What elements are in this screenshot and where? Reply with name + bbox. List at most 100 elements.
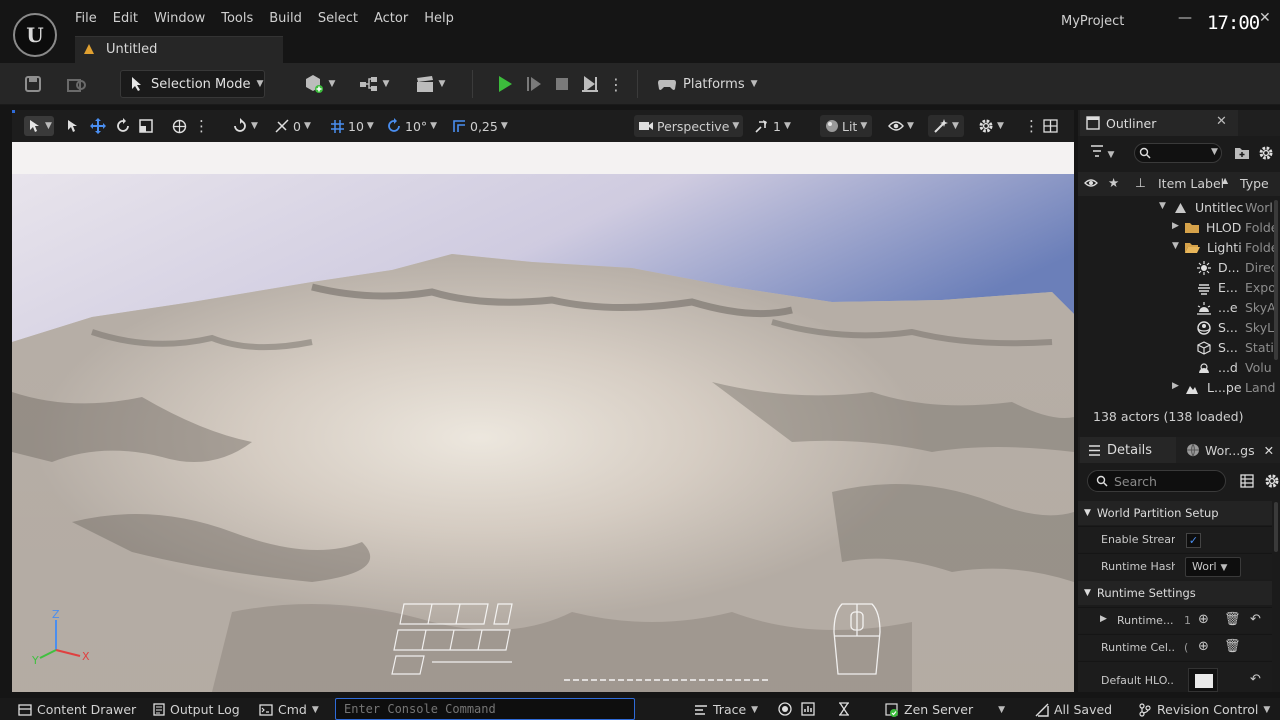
expand-arrow-icon[interactable]: ▶ [1100,614,1107,624]
view-mode-lit-dropdown[interactable]: Lit ▼ [820,115,873,137]
minimize-icon[interactable]: — [1178,10,1192,26]
outliner-scrollbar[interactable] [1274,200,1278,360]
menu-file[interactable]: File [75,11,107,26]
pin-icon[interactable]: ⊥ [1135,175,1146,190]
details-tab[interactable]: Details [1080,437,1176,463]
all-saved-button[interactable]: All Saved [1035,702,1112,717]
grid-snap-dropdown[interactable]: 10 ▼ [330,116,374,136]
level-tab[interactable]: Untitled [75,36,283,63]
trace-dropdown[interactable]: Trace ▼ [694,702,758,717]
outliner-row[interactable]: ...d Volu [1078,358,1280,378]
revision-control-dropdown[interactable]: Revision Control ▼ [1138,702,1270,717]
menu-window[interactable]: Window [154,11,215,26]
enable-streaming-checkbox[interactable]: ✓ [1186,533,1201,548]
details-settings-icon[interactable] [1264,473,1280,489]
world-settings-tab[interactable]: Wor...gs ✕ [1180,437,1280,463]
transform-mode-dropdown[interactable]: ▼ [24,116,54,136]
window-close-icon[interactable]: ✕ [1259,10,1271,26]
favorite-star-icon[interactable]: ★ [1108,175,1119,190]
sort-ascending-icon[interactable]: ▲ [1222,176,1228,185]
world-local-icon[interactable] [172,116,187,136]
rotate-tool-icon[interactable] [115,116,131,136]
menu-edit[interactable]: Edit [113,11,148,26]
outliner-row[interactable]: ▶ L...pe Land [1078,378,1280,398]
runtime-hash-dropdown[interactable]: Worl ▼ [1185,557,1241,577]
play-options-icon[interactable]: ⋮ [608,73,624,95]
menu-tools[interactable]: Tools [221,11,263,26]
eject-button[interactable] [579,73,601,95]
add-element-icon[interactable]: ⊕ [1198,639,1209,654]
add-folder-icon[interactable] [1234,146,1250,160]
camera-speed-dropdown[interactable]: 1 ▼ [754,116,791,136]
trash-icon[interactable]: 🗑 [1224,639,1241,654]
outliner-tab[interactable]: Outliner [1080,110,1238,136]
level-viewport[interactable]: Z X Y [12,142,1074,692]
section-runtime-settings[interactable]: ▼ Runtime Settings [1078,581,1272,605]
console-command-input[interactable] [335,698,635,720]
close-icon[interactable]: ✕ [1264,443,1274,458]
save-icon[interactable] [22,73,44,95]
transform-options-icon[interactable]: ⋮ [194,116,209,136]
outliner-row[interactable]: ...e SkyA [1078,298,1280,318]
perspective-dropdown[interactable]: Perspective ▼ [634,115,744,137]
outliner-row[interactable]: ▼ Lighti Folde [1078,238,1280,258]
add-element-icon[interactable]: ⊕ [1198,612,1209,627]
trash-icon[interactable]: 🗑 [1224,612,1241,627]
rotation-snap-dropdown[interactable]: 0 ▼ [274,116,311,136]
column-item-label[interactable]: Item Label [1158,176,1224,191]
stop-button[interactable] [551,73,573,95]
outliner-row[interactable]: S... Stati [1078,338,1280,358]
outliner-row[interactable]: S... SkyL [1078,318,1280,338]
cmd-dropdown[interactable]: Cmd ▼ [259,702,319,717]
filter-dropdown[interactable]: ▼ [1090,145,1114,160]
unreal-logo-icon[interactable]: U [13,13,57,57]
reset-icon[interactable]: ↶ [1250,612,1261,627]
selection-mode-dropdown[interactable]: Selection Mode ▼ [120,70,265,98]
scale-snap-dropdown[interactable]: 0,25 ▼ [452,116,508,136]
details-scrollbar[interactable] [1274,502,1278,552]
section-world-partition-setup[interactable]: ▼ World Partition Setup [1078,501,1272,525]
right-panel: Outliner ✕ ▼ ▼ ★ ⊥ Item Label ▲ Type ▼ U… [1078,110,1280,692]
content-drawer-button[interactable]: Content Drawer [18,702,136,717]
translate-tool-icon[interactable] [90,116,106,136]
close-icon[interactable]: ✕ [1216,114,1227,129]
viewport-options-icon[interactable]: ⋮ [1024,116,1039,136]
outliner-row[interactable]: E... Expo [1078,278,1280,298]
angle-snap-dropdown[interactable]: 10° ▼ [386,116,437,136]
hourglass-icon[interactable] [838,702,850,716]
outliner-row[interactable]: ▼ Untitlec Worl [1078,198,1280,218]
surface-snap-dropdown[interactable]: ▼ [232,116,258,136]
menu-select[interactable]: Select [318,11,368,26]
menu-actor[interactable]: Actor [374,11,418,26]
browse-icon[interactable] [66,73,88,95]
menu-help[interactable]: Help [424,11,464,26]
scale-tool-icon[interactable] [139,116,153,136]
cinematics-button[interactable]: ▼ [410,72,450,96]
visibility-eye-icon[interactable] [1084,178,1098,188]
asset-thumbnail[interactable] [1188,668,1218,692]
record-icon[interactable] [778,702,792,716]
select-tool-icon[interactable] [66,116,80,136]
add-actor-button[interactable]: ▼ [298,72,340,96]
menu-build[interactable]: Build [269,11,312,26]
blueprints-button[interactable]: ▼ [355,72,393,96]
outliner-row[interactable]: ▶ HLOD Folde [1078,218,1280,238]
column-type[interactable]: Type [1240,176,1269,191]
viewport-settings-dropdown[interactable]: ▼ [978,116,1004,136]
details-search-input[interactable]: Search [1087,470,1226,492]
step-button[interactable] [523,73,545,95]
platforms-dropdown[interactable]: Platforms ▼ [657,72,758,96]
show-flags-dropdown[interactable]: ▼ [888,116,914,136]
play-button[interactable] [494,73,516,95]
zen-server-icon [885,702,898,717]
reset-icon[interactable]: ↶ [1250,672,1261,687]
stats-icon[interactable] [801,702,815,716]
outliner-settings-icon[interactable] [1258,145,1274,161]
scalability-dropdown[interactable]: ▼ [928,115,964,137]
outliner-row[interactable]: D... Direc [1078,258,1280,278]
output-log-button[interactable]: Output Log [153,702,240,717]
layout-icon[interactable] [1043,116,1058,136]
outliner-search-input[interactable]: ▼ [1134,143,1222,163]
zen-server-dropdown[interactable]: Zen Server ▼ [885,702,1005,717]
view-options-grid-icon[interactable] [1240,474,1254,488]
